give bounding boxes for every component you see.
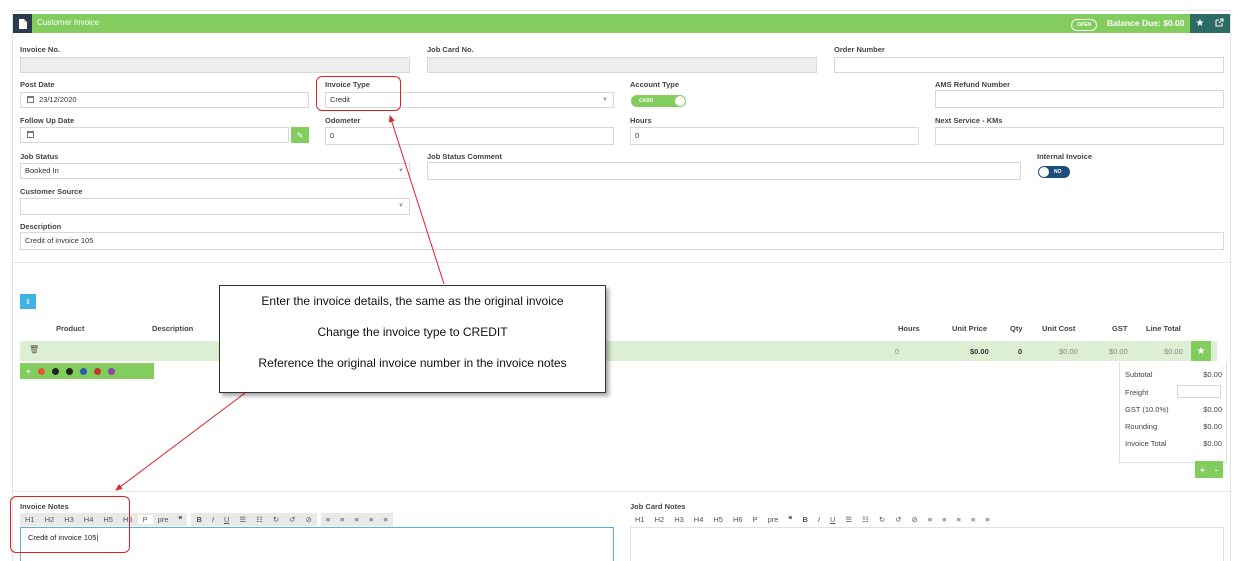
- arrow-to-invoice-notes: [115, 392, 246, 491]
- instruction-callout: Enter the invoice details, the same as t…: [219, 285, 606, 393]
- callout-line-2: Change the invoice type to CREDIT: [317, 325, 508, 339]
- callout-line-1: Enter the invoice details, the same as t…: [261, 294, 564, 308]
- annotation-arrows: [115, 115, 445, 491]
- arrow-to-invoice-type: [388, 115, 445, 285]
- callout-line-3: Reference the original invoice number in…: [258, 356, 567, 370]
